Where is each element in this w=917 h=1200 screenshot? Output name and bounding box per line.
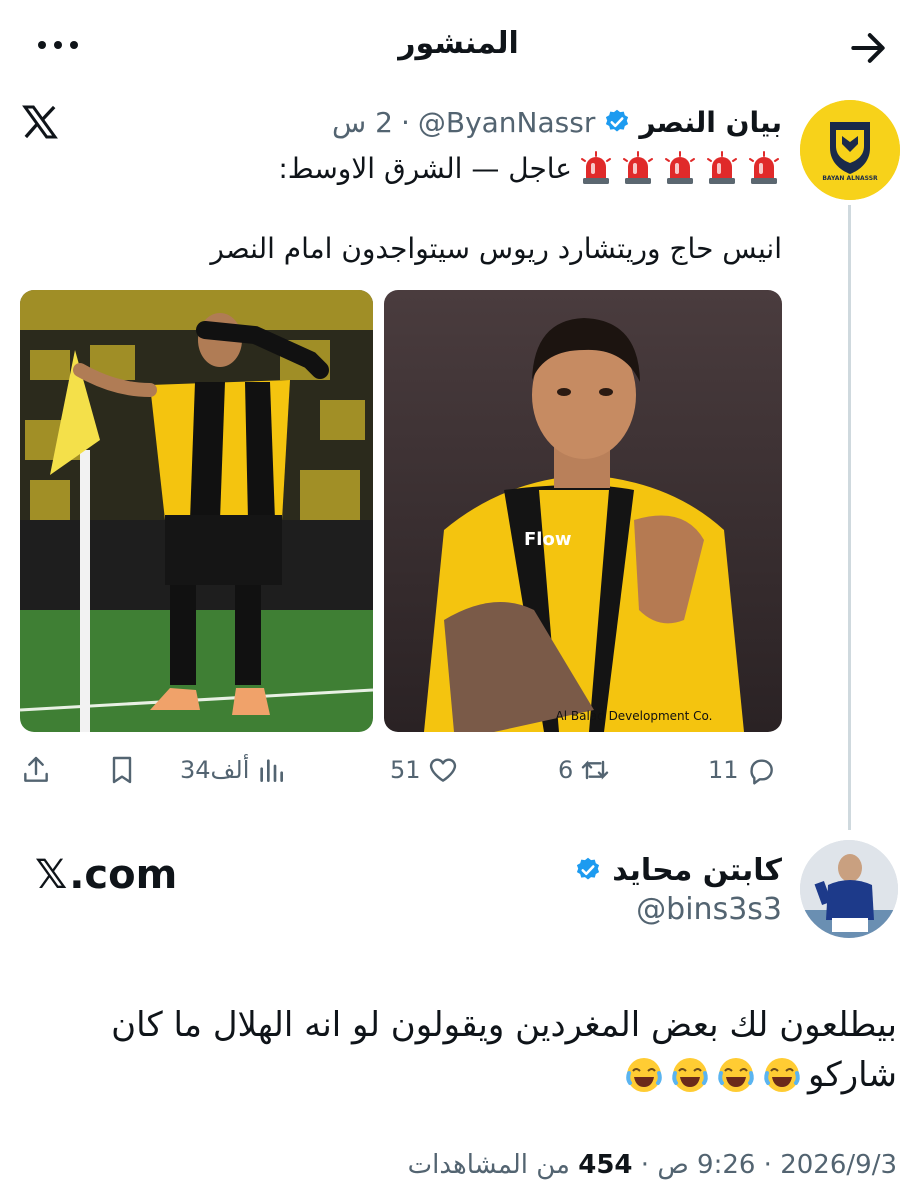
- bookmark-icon[interactable]: [106, 754, 138, 786]
- page-title: المنشور: [398, 26, 519, 61]
- main-author-row: كابتن محايد: [574, 848, 782, 892]
- svg-text:BAYAN ALNASSR: BAYAN ALNASSR: [822, 175, 878, 182]
- main-text-line2-row: شاركو: [37, 1050, 897, 1100]
- like-count: 51: [390, 756, 421, 784]
- main-handle[interactable]: @bins3s3: [636, 892, 782, 927]
- back-arrow-icon[interactable]: [846, 26, 890, 70]
- quoted-time: 2 س: [332, 105, 393, 139]
- x-brand-glyph: 𝕏: [35, 852, 68, 898]
- quoted-handle[interactable]: @ByanNassr: [418, 106, 595, 139]
- x-com-brand: 𝕏 .com: [35, 852, 177, 898]
- share-icon[interactable]: [20, 754, 52, 786]
- reply-count: 11: [708, 756, 739, 784]
- kaptin-muhayed-avatar[interactable]: [800, 840, 898, 938]
- siren-icon: [707, 151, 737, 184]
- reply-button[interactable]: 11: [708, 748, 777, 792]
- siren-icon: [749, 151, 779, 184]
- post-views-count[interactable]: 454: [578, 1150, 632, 1180]
- laugh-emoji-icon: [718, 1058, 754, 1092]
- views-icon: [260, 759, 284, 782]
- svg-text:Flow: Flow: [524, 529, 571, 550]
- repost-icon: [582, 760, 609, 780]
- quoted-headline: عاجل — الشرق الاوسط:: [278, 151, 572, 185]
- verified-icon: [577, 857, 600, 880]
- quoted-text: انيس حاج وريتشارد ريوس سيتواجدون امام ال…: [210, 232, 782, 265]
- laugh-emoji-icon: [764, 1058, 800, 1092]
- main-author-name[interactable]: كابتن محايد: [612, 853, 782, 888]
- quoted-author-row: بيان النصر @ByanNassr · 2 س: [332, 100, 782, 144]
- laugh-emoji-icon: [672, 1058, 708, 1092]
- like-button[interactable]: 51: [390, 748, 459, 792]
- quoted-author-name[interactable]: بيان النصر: [639, 106, 782, 139]
- views-count: 34ألف: [180, 756, 250, 784]
- quoted-actions-bar: 11 6 51 34ألف: [0, 748, 917, 792]
- top-bar: المنشور: [0, 0, 917, 92]
- like-icon: [429, 758, 456, 782]
- views-button[interactable]: 34ألف: [180, 748, 287, 792]
- laugh-emoji-icon: [626, 1058, 662, 1092]
- svg-text:Al Balad Development Co.: Al Balad Development Co.: [556, 709, 713, 723]
- main-text-line1: بيطلعون لك بعض المغردين ويقولون لو انه ا…: [111, 1005, 897, 1045]
- post-date: 2026/9/3 · 9:26 ص ·: [640, 1150, 897, 1180]
- separator-dot: ·: [400, 105, 410, 139]
- main-post-text: بيطلعون لك بعض المغردين ويقولون لو انه ا…: [37, 1000, 897, 1100]
- main-text-line2: شاركو: [807, 1055, 897, 1095]
- thread-line: [848, 205, 851, 830]
- post-views-label: من المشاهدات: [407, 1150, 570, 1180]
- player-photo-left[interactable]: [20, 290, 373, 732]
- x-brand-com: .com: [69, 852, 178, 898]
- siren-icon: [665, 151, 695, 184]
- repost-count: 6: [558, 756, 574, 784]
- siren-icon: [623, 151, 653, 184]
- reply-icon: [749, 759, 773, 785]
- post-meta: 2026/9/3 · 9:26 ص · 454 من المشاهدات: [408, 1150, 897, 1180]
- bayan-alnassr-avatar[interactable]: BAYAN ALNASSR: [800, 100, 900, 200]
- x-logo-icon: [22, 105, 58, 139]
- siren-icon: [581, 151, 611, 184]
- player-photo-right[interactable]: Flow Al Balad Development Co.: [384, 290, 782, 732]
- quoted-headline-row: عاجل — الشرق الاوسط:: [278, 144, 782, 192]
- repost-button[interactable]: 6: [558, 748, 611, 792]
- verified-icon: [606, 109, 629, 132]
